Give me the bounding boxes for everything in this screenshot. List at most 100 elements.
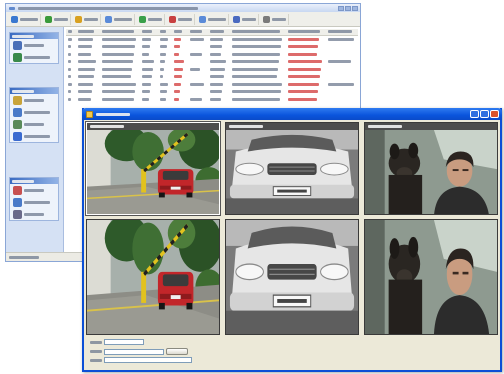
toolbar-button[interactable] xyxy=(167,13,195,25)
toolbar-button[interactable] xyxy=(261,13,289,25)
minimize-button[interactable] xyxy=(338,5,344,11)
table-cell xyxy=(66,52,76,58)
cell-text xyxy=(174,75,182,79)
cell-text xyxy=(232,60,279,64)
table-cell xyxy=(66,37,76,43)
side-panel-item[interactable] xyxy=(10,130,58,142)
toolbar-button[interactable] xyxy=(103,13,135,25)
close-button[interactable] xyxy=(490,110,499,118)
toolbar-button[interactable] xyxy=(137,13,165,25)
table-cell xyxy=(100,67,140,73)
log-window-titlebar[interactable] xyxy=(6,4,360,12)
side-panel-item[interactable] xyxy=(10,106,58,118)
table-cell xyxy=(172,52,188,58)
table-row[interactable] xyxy=(66,66,358,74)
person-icon xyxy=(13,198,22,207)
cell-text xyxy=(142,52,149,56)
toolbar-button[interactable] xyxy=(9,13,41,25)
camera-tile-4[interactable] xyxy=(86,219,220,335)
status-text xyxy=(9,255,39,259)
column-header[interactable] xyxy=(172,29,188,35)
column-header[interactable] xyxy=(230,29,286,35)
column-header[interactable] xyxy=(208,29,230,35)
column-header[interactable] xyxy=(100,29,140,35)
cell-text xyxy=(102,60,133,64)
cell-text xyxy=(142,75,152,79)
column-header[interactable] xyxy=(140,29,158,35)
column-header[interactable] xyxy=(76,29,100,35)
camera-tile-6[interactable] xyxy=(364,219,498,335)
column-header[interactable] xyxy=(326,29,358,35)
toolbar-button-label xyxy=(114,17,132,21)
minimize-button[interactable] xyxy=(470,110,479,118)
cell-text xyxy=(210,60,226,64)
toolbar-icon xyxy=(139,15,146,23)
cell-text xyxy=(288,82,319,86)
viewer-title xyxy=(96,112,130,116)
toolbar-button[interactable] xyxy=(73,13,101,25)
table-row[interactable] xyxy=(66,81,358,89)
table-cell xyxy=(208,89,230,95)
toolbar-button-label xyxy=(20,17,38,21)
table-cell xyxy=(230,37,286,43)
column-header-label xyxy=(78,29,94,33)
cell-text xyxy=(160,52,166,56)
camera-tile-2[interactable] xyxy=(225,122,359,215)
toolbar-button-label xyxy=(84,17,98,21)
camera-tile-1[interactable] xyxy=(85,121,221,216)
column-header[interactable] xyxy=(188,29,208,35)
cell-text xyxy=(68,90,71,94)
table-row[interactable] xyxy=(66,44,358,52)
cell-text xyxy=(78,75,94,79)
column-header[interactable] xyxy=(286,29,326,35)
side-panel-item[interactable] xyxy=(10,184,58,196)
cell-text xyxy=(142,45,150,49)
cell-text xyxy=(232,90,281,94)
table-row[interactable] xyxy=(66,74,358,82)
table-cell xyxy=(100,52,140,58)
table-row[interactable] xyxy=(66,96,358,104)
close-button[interactable] xyxy=(352,5,358,11)
text-field[interactable] xyxy=(104,348,164,355)
table-row[interactable] xyxy=(66,59,358,67)
column-header[interactable] xyxy=(66,29,76,35)
toolbar-button[interactable] xyxy=(43,13,71,25)
table-cell xyxy=(326,37,358,43)
table-row[interactable] xyxy=(66,89,358,97)
side-panel-item[interactable] xyxy=(10,51,58,63)
maximize-button[interactable] xyxy=(345,5,351,11)
camera-frame xyxy=(365,130,497,214)
table-cell xyxy=(188,52,208,58)
table-cell xyxy=(230,89,286,95)
toolbar-button-label xyxy=(148,17,162,21)
table-row[interactable] xyxy=(66,51,358,59)
camera-tile-3[interactable] xyxy=(364,122,498,215)
side-panel-item[interactable] xyxy=(10,208,58,220)
table-cell xyxy=(172,44,188,50)
cell-text xyxy=(68,97,71,101)
column-header[interactable] xyxy=(158,29,172,35)
table-cell xyxy=(140,44,158,50)
text-field[interactable] xyxy=(104,339,144,345)
maximize-button[interactable] xyxy=(480,110,489,118)
side-panel-item-label xyxy=(24,201,50,204)
text-field[interactable] xyxy=(104,357,192,363)
side-panel-item[interactable] xyxy=(10,118,58,130)
toolbar-icon xyxy=(45,15,52,23)
table-cell xyxy=(230,82,286,88)
side-panel-item-label xyxy=(24,123,44,126)
table-cell xyxy=(208,97,230,103)
table-row[interactable] xyxy=(66,36,358,44)
side-panel-item[interactable] xyxy=(10,196,58,208)
toolbar-button[interactable] xyxy=(231,13,259,25)
table-cell xyxy=(66,67,76,73)
side-panel-item[interactable] xyxy=(10,39,58,51)
side-panel-item-label xyxy=(24,44,44,47)
table-cell xyxy=(100,89,140,95)
toolbar-button-label xyxy=(242,17,256,21)
action-button[interactable] xyxy=(166,348,188,355)
camera-tile-5[interactable] xyxy=(225,219,359,335)
viewer-titlebar[interactable] xyxy=(82,108,502,120)
side-panel-item[interactable] xyxy=(10,94,58,106)
toolbar-button[interactable] xyxy=(197,13,229,25)
